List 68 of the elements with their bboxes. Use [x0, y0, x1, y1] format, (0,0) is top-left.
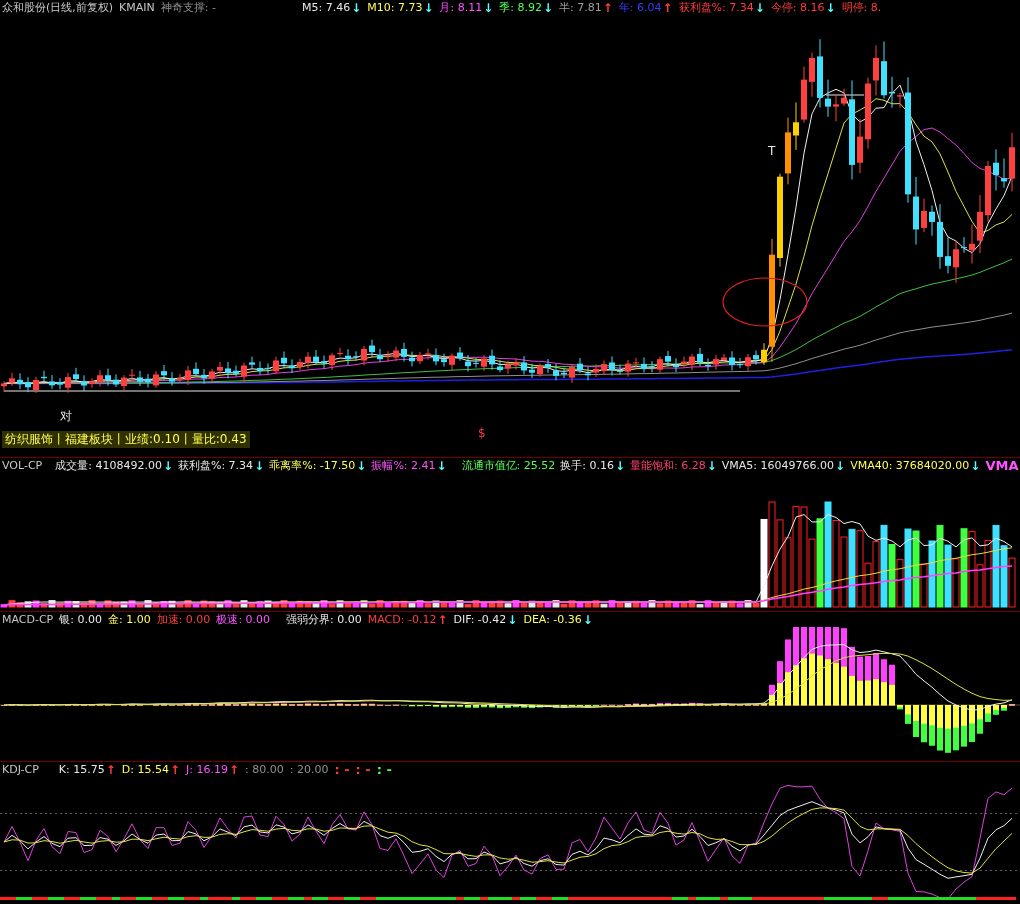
indicator-name: KDJ-CP — [2, 763, 39, 776]
trend-arrow: ↑ — [662, 0, 673, 15]
indicator-reading: 季: 8.92 — [499, 0, 542, 15]
indicator-reading: 年: 6.04 — [618, 0, 662, 15]
formula-name: KMAIN — [119, 1, 155, 14]
trend-arrow: ↑ — [105, 762, 116, 777]
indicator-name: VOL-CP — [2, 459, 43, 472]
indicator-reading: : - — [376, 762, 392, 777]
indicator-reading: 加速: 0.00 — [156, 612, 211, 627]
indicator-reading: 成交量: 4108492.00 — [55, 458, 162, 473]
indicator-reading: VMA5: 16049766.00 — [721, 459, 835, 472]
trend-arrow: ↓ — [582, 612, 593, 627]
stock-title: 众和股份(日线,前复权) — [2, 0, 114, 15]
trend-arrow: ↓ — [970, 458, 981, 473]
indicator-reading: : - — [355, 762, 371, 777]
trend-arrow: ↓ — [423, 0, 434, 15]
trend-arrow: ↓ — [542, 0, 553, 15]
trend-arrow: ↓ — [706, 458, 717, 473]
chart-marker: $ — [478, 426, 486, 440]
chart-marker: 对 — [60, 409, 72, 423]
chart-marker: T — [768, 144, 776, 158]
indicator-reading: DEA: -0.36 — [523, 613, 582, 626]
indicator-reading: 明停: 8. — [841, 0, 882, 15]
indicator-reading: : 80.00 — [245, 763, 284, 776]
indicator-reading: 获利盘%: 7.34 — [678, 0, 754, 15]
indicator-reading: D: 15.54 — [121, 763, 169, 776]
trend-arrow: ↓ — [356, 458, 367, 473]
indicator-reading: 极速: 0.00 — [216, 612, 271, 627]
indicator-reading: MACD: -0.12 — [367, 613, 437, 626]
trend-arrow: ↓ — [351, 0, 362, 15]
indicator-reading: 今停: 8.16 — [770, 0, 825, 15]
trend-arrow: ↓ — [254, 458, 265, 473]
trend-arrow: ↑ — [170, 762, 181, 777]
indicator-reading: M5: 7.46 — [301, 1, 351, 14]
indicator-reading: : 20.00 — [289, 763, 329, 776]
trend-arrow: ↓ — [835, 458, 846, 473]
trend-arrow: ↓ — [615, 458, 626, 473]
indicator-reading: 流通市值亿: 25.52 — [461, 458, 556, 473]
trend-arrow: ↑ — [229, 762, 240, 777]
resistance-line — [825, 94, 865, 96]
indicator-reading: VMA40: 37684020.00 — [850, 459, 970, 472]
trend-arrow: ↑ — [602, 0, 613, 15]
indicator-reading: VMA — [985, 458, 1019, 473]
indicator-reading: 量能饱和: 6.28 — [630, 458, 706, 473]
indicator-reading: 振幅%: 2.41 — [371, 458, 436, 473]
indicator-reading: M10: 7.73 — [367, 1, 423, 14]
indicator-reading: 半: 7.81 — [559, 0, 602, 15]
trend-arrow: ↓ — [483, 0, 494, 15]
info-banner: 纺织服饰丨福建板块丨业绩:0.10丨量比:0.43 — [2, 431, 250, 448]
indicator-reading: 换手: 0.16 — [560, 458, 614, 473]
indicator-reading: 神奇支撑: - — [160, 0, 216, 15]
indicator-reading: : - — [334, 762, 350, 777]
trend-arrow: ↓ — [436, 458, 447, 473]
indicator-reading: J: 16.19 — [186, 763, 228, 776]
trend-arrow: ↓ — [754, 0, 765, 15]
trend-arrow: ↓ — [162, 458, 173, 473]
indicator-reading: DIF: -0.42 — [453, 613, 507, 626]
indicator-reading: 金: 1.00 — [107, 612, 151, 627]
indicator-reading: 获利盘%: 7.34 — [177, 458, 254, 473]
trend-arrow: ↓ — [825, 0, 836, 15]
indicator-reading: 月: 8.11 — [439, 0, 483, 15]
trend-arrow: ↑ — [437, 612, 448, 627]
indicator-reading: 强弱分界: 0.00 — [286, 612, 362, 627]
indicator-reading: 乖离率%: -17.50 — [269, 458, 356, 473]
trend-arrow: ↓ — [507, 612, 518, 627]
indicator-name: MACD-CP — [2, 613, 54, 626]
indicator-reading: K: 15.75 — [58, 763, 105, 776]
indicator-reading: 银: 0.00 — [59, 612, 102, 627]
